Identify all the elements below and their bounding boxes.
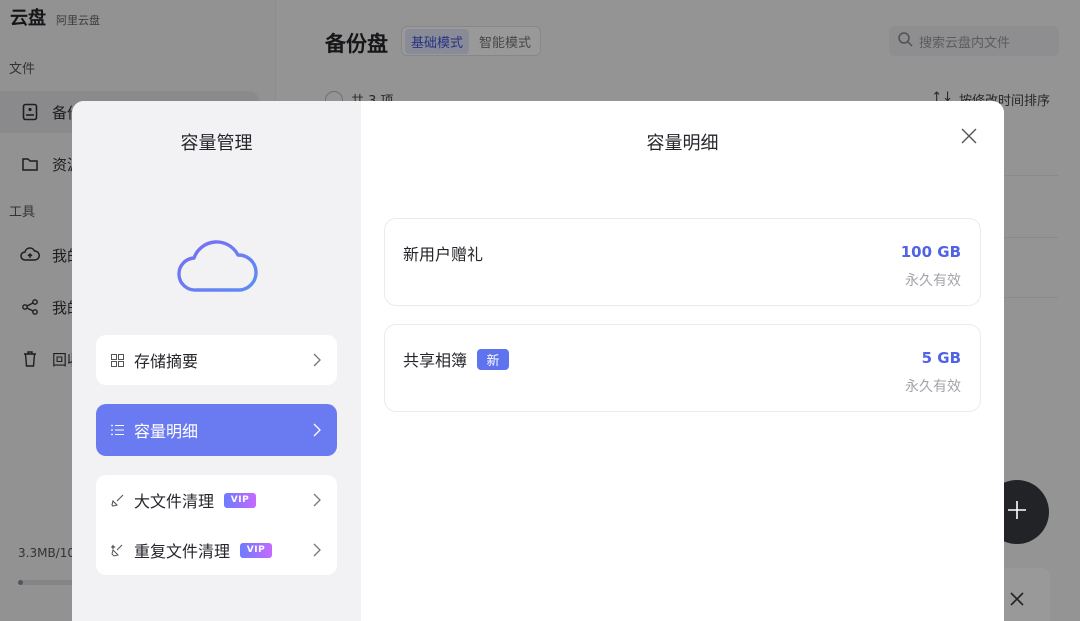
magic-broom-icon bbox=[110, 543, 124, 557]
capacity-size: 5 GB bbox=[921, 349, 961, 367]
capacity-validity: 永久有效 bbox=[905, 273, 961, 289]
menu-item-duplicate-cleanup[interactable]: 重复文件清理 VIP bbox=[96, 525, 337, 575]
plus-icon bbox=[1005, 498, 1029, 526]
chevron-right-icon bbox=[313, 422, 321, 441]
list-icon bbox=[110, 423, 124, 437]
capacity-size: 100 GB bbox=[900, 243, 961, 261]
grid-icon bbox=[110, 353, 124, 367]
menu-item-label: 容量明细 bbox=[134, 422, 199, 441]
capacity-source-label: 共享相簿 bbox=[403, 351, 468, 370]
cloud-icon bbox=[176, 233, 258, 299]
modal-content: 容量明细 新用户赠礼 100 GB 永久有效 共享相簿 新 5 GB 永久有效 bbox=[361, 101, 1004, 621]
capacity-detail-card: 共享相簿 新 5 GB 永久有效 bbox=[384, 324, 981, 412]
vip-badge: VIP bbox=[240, 542, 273, 558]
modal-title: 容量明细 bbox=[646, 133, 719, 154]
menu-item-large-file-cleanup[interactable]: 大文件清理 VIP bbox=[96, 475, 337, 525]
menu-item-storage-summary[interactable]: 存储摘要 bbox=[96, 335, 337, 385]
menu-item-label: 存储摘要 bbox=[134, 352, 199, 371]
menu-group-summary: 存储摘要 bbox=[96, 335, 337, 385]
capacity-modal: 容量管理 存储摘要 容量明细 大文件清理 VIP 重复文件清理 VIP 容量明细… bbox=[72, 101, 1004, 621]
vip-badge: VIP bbox=[224, 492, 257, 508]
chevron-right-icon bbox=[313, 492, 321, 511]
menu-group-details: 容量明细 bbox=[96, 404, 337, 456]
modal-sidebar-title: 容量管理 bbox=[180, 133, 253, 154]
menu-item-label: 重复文件清理 bbox=[134, 542, 231, 561]
menu-item-label: 大文件清理 bbox=[134, 492, 215, 511]
close-icon bbox=[961, 128, 977, 148]
modal-sidebar: 容量管理 存储摘要 容量明细 大文件清理 VIP 重复文件清理 VIP bbox=[72, 101, 361, 621]
toast-close-icon[interactable] bbox=[1008, 590, 1026, 612]
capacity-source-label: 新用户赠礼 bbox=[403, 245, 484, 264]
close-button[interactable] bbox=[960, 128, 978, 148]
broom-icon bbox=[110, 493, 124, 507]
capacity-source-name: 新用户赠礼 bbox=[403, 241, 483, 265]
chevron-right-icon bbox=[313, 352, 321, 371]
menu-group-cleanup: 大文件清理 VIP 重复文件清理 VIP bbox=[96, 475, 337, 575]
capacity-detail-card: 新用户赠礼 100 GB 永久有效 bbox=[384, 218, 981, 306]
capacity-source-name: 共享相簿 新 bbox=[403, 347, 510, 371]
capacity-validity: 永久有效 bbox=[905, 379, 961, 395]
new-badge: 新 bbox=[477, 348, 510, 370]
menu-item-capacity-details[interactable]: 容量明细 bbox=[96, 404, 337, 456]
chevron-right-icon bbox=[313, 542, 321, 561]
